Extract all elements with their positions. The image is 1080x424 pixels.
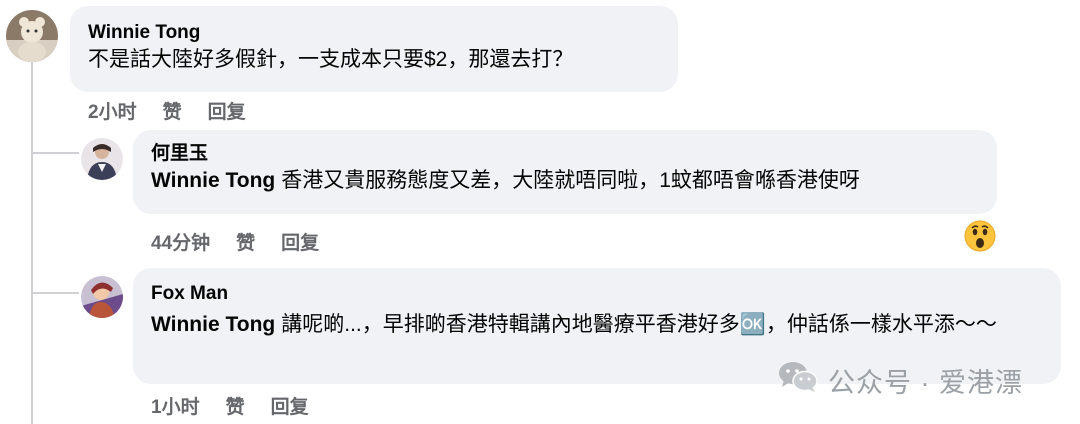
reply-author[interactable]: Fox Man <box>151 282 1043 306</box>
watermark-text: 公众号 · 爱港漂 <box>828 368 1023 398</box>
mention-tag[interactable]: Winnie Tong <box>151 169 275 192</box>
reply-button[interactable]: 回复 <box>281 228 319 255</box>
reply-timestamp[interactable]: 44分钟 <box>151 228 210 255</box>
avatar[interactable] <box>81 138 123 180</box>
comment-timestamp[interactable]: 2小时 <box>88 97 137 124</box>
reply-message: 講呢啲...，早排啲香港特輯講內地醫療平香港好多🆗，仲話係一樣水平添～～ <box>281 313 997 336</box>
reply-message: 香港又貴服務態度又差，大陸就唔同啦，1蚊都唔會喺香港使呀 <box>281 169 860 192</box>
comment-text: 不是話大陸好多假針，一支成本只要$2，那還去打？ <box>88 48 574 71</box>
mention-tag[interactable]: Winnie Tong <box>151 313 275 336</box>
wow-emoji-icon[interactable] <box>964 220 996 252</box>
comment-author[interactable]: Winnie Tong <box>88 21 660 45</box>
reply-actions: 1小时 赞 回复 <box>151 392 309 419</box>
wechat-icon <box>778 360 818 401</box>
reply-text: Winnie Tong 講呢啲...，早排啲香港特輯講內地醫療平香港好多🆗，仲話係… <box>151 310 1043 340</box>
reply-actions: 44分钟 赞 回复 <box>151 228 319 255</box>
like-button[interactable]: 赞 <box>236 228 255 255</box>
reply-button[interactable]: 回复 <box>271 392 309 419</box>
reply-button[interactable]: 回复 <box>208 97 246 124</box>
thread-connector-reply-2 <box>31 292 79 294</box>
like-button[interactable]: 赞 <box>226 392 245 419</box>
avatar[interactable] <box>6 10 58 62</box>
reply-author[interactable]: 何里玉 <box>151 142 979 166</box>
reply-bubble: 何里玉 Winnie Tong 香港又貴服務態度又差，大陸就唔同啦，1蚊都唔會喺香… <box>133 130 997 214</box>
comment-bubble: Winnie Tong 不是話大陸好多假針，一支成本只要$2，那還去打？ <box>70 6 678 92</box>
reply-text: Winnie Tong 香港又貴服務態度又差，大陸就唔同啦，1蚊都唔會喺香港使呀 <box>151 166 979 196</box>
reply-timestamp[interactable]: 1小时 <box>151 392 200 419</box>
thread-line-main <box>31 62 33 424</box>
thread-connector-reply-1 <box>31 152 79 154</box>
watermark: 公众号 · 爱港漂 <box>778 360 1023 401</box>
like-button[interactable]: 赞 <box>163 97 182 124</box>
comment-actions: 2小时 赞 回复 <box>88 97 246 124</box>
avatar[interactable] <box>81 276 123 318</box>
